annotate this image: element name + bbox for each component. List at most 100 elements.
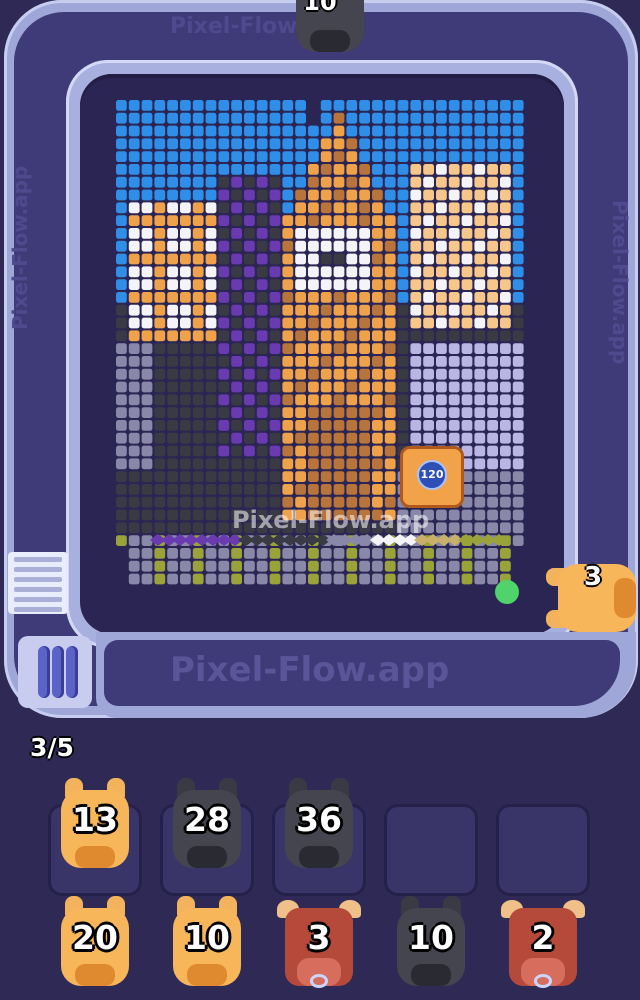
pixel-cell [154,356,166,367]
pixel-cell [244,330,255,342]
pixel-cell [500,484,511,495]
pixel-cell [180,330,191,342]
empty-queue-slot[interactable] [384,804,478,896]
piggy-token[interactable]: 10 [389,894,473,994]
piggy-token[interactable]: 13 [53,776,137,876]
pixel-cell [141,445,153,457]
pixel-cell [423,560,434,572]
pixel-cell [461,560,473,572]
pixel-cell [180,394,191,406]
pixel-cell [218,266,230,278]
pixel-cell [256,266,268,278]
pixel-cell [384,100,396,111]
pixel-cell [436,292,447,303]
piggy-token[interactable]: 10 [165,894,249,994]
pixel-cell [308,228,319,239]
pixel-cell [397,125,409,137]
pixel-cell [448,253,460,265]
pixel-cell [244,304,255,316]
pixel-cell [205,458,217,470]
pixel-cell [282,112,294,124]
piggy-token[interactable]: 20 [53,894,137,994]
pixel-cell [320,176,332,188]
pixel-cell [461,343,473,354]
pixel-cell [320,279,332,290]
pixel-cell [269,112,281,124]
pixel-cell [269,573,281,585]
pixel-cell [397,176,409,188]
bull-token[interactable]: 2 [501,894,585,994]
pixel-cell [372,112,383,124]
pixel-cell [116,484,127,495]
pixel-cell [448,125,460,137]
pixel-cell [487,266,498,278]
pixel-cell [167,445,178,457]
pixel-cell [359,381,370,393]
pixel-cell [410,189,422,201]
pixel-cell [244,471,255,482]
pixel-cell [231,189,242,201]
pixel-cell [410,292,422,303]
pixel-cell [487,573,498,585]
pixel-cell [372,304,383,316]
pixel-cell [436,407,447,418]
pixel-cell [167,253,178,265]
pixel-cell [295,471,306,482]
pixel-cell [333,176,345,188]
pixel-cell [487,253,498,265]
pixel-cell [269,484,281,495]
pixel-cell [512,202,524,214]
pixel-cell [256,228,268,239]
target-chest[interactable]: 120 [400,446,464,508]
pixel-cell [512,343,524,354]
pixel-cell [295,317,306,329]
pixel-cell [448,343,460,354]
pixel-cell [384,151,396,162]
pixel-cell [218,228,230,239]
pixel-cell [512,432,524,444]
pixel-cell [295,343,306,354]
pixel-cell [231,266,242,278]
bull-token[interactable]: 3 [277,894,361,994]
pixel-cell [461,368,473,380]
pixel-cell [128,343,140,354]
pixel-cell [154,100,166,111]
pixel-cell [500,560,511,572]
piggy-token[interactable]: 36 [277,776,361,876]
pixel-cell [231,573,242,585]
pixel-cell [167,164,178,175]
pixel-cell [384,458,396,470]
pixel-cell [231,330,242,342]
pixel-cell [308,240,319,252]
empty-queue-slot[interactable] [496,804,590,896]
watermark: Pixel-Flow.app [232,506,430,534]
pixel-cell [282,420,294,431]
pixel-cell [410,573,422,585]
pixel-cell [154,189,166,201]
pixel-cell [461,317,473,329]
pixel-cell [487,164,498,175]
pixel-cell [141,330,153,342]
pixel-cell [141,394,153,406]
pixel-cell [218,368,230,380]
pixel-cell [244,573,255,585]
pixel-cell [320,304,332,316]
pixel-cell [282,573,294,585]
pixel-cell [500,445,511,457]
pixel-cell [397,381,409,393]
pixel-cell [205,548,217,559]
pixel-cell [231,394,242,406]
pixel-cell [256,548,268,559]
pixel-cell [423,215,434,226]
pixel-cell [192,279,204,290]
piggy-token[interactable]: 28 [165,776,249,876]
pixel-cell [372,292,383,303]
pixel-cell [269,304,281,316]
pixel-cell [474,151,486,162]
pixel-cell [372,330,383,342]
pixel-cell [461,112,473,124]
pixel-cell [116,151,127,162]
pixel-cell [487,100,498,111]
pixel-cell [423,432,434,444]
pixel-cell [346,304,358,316]
